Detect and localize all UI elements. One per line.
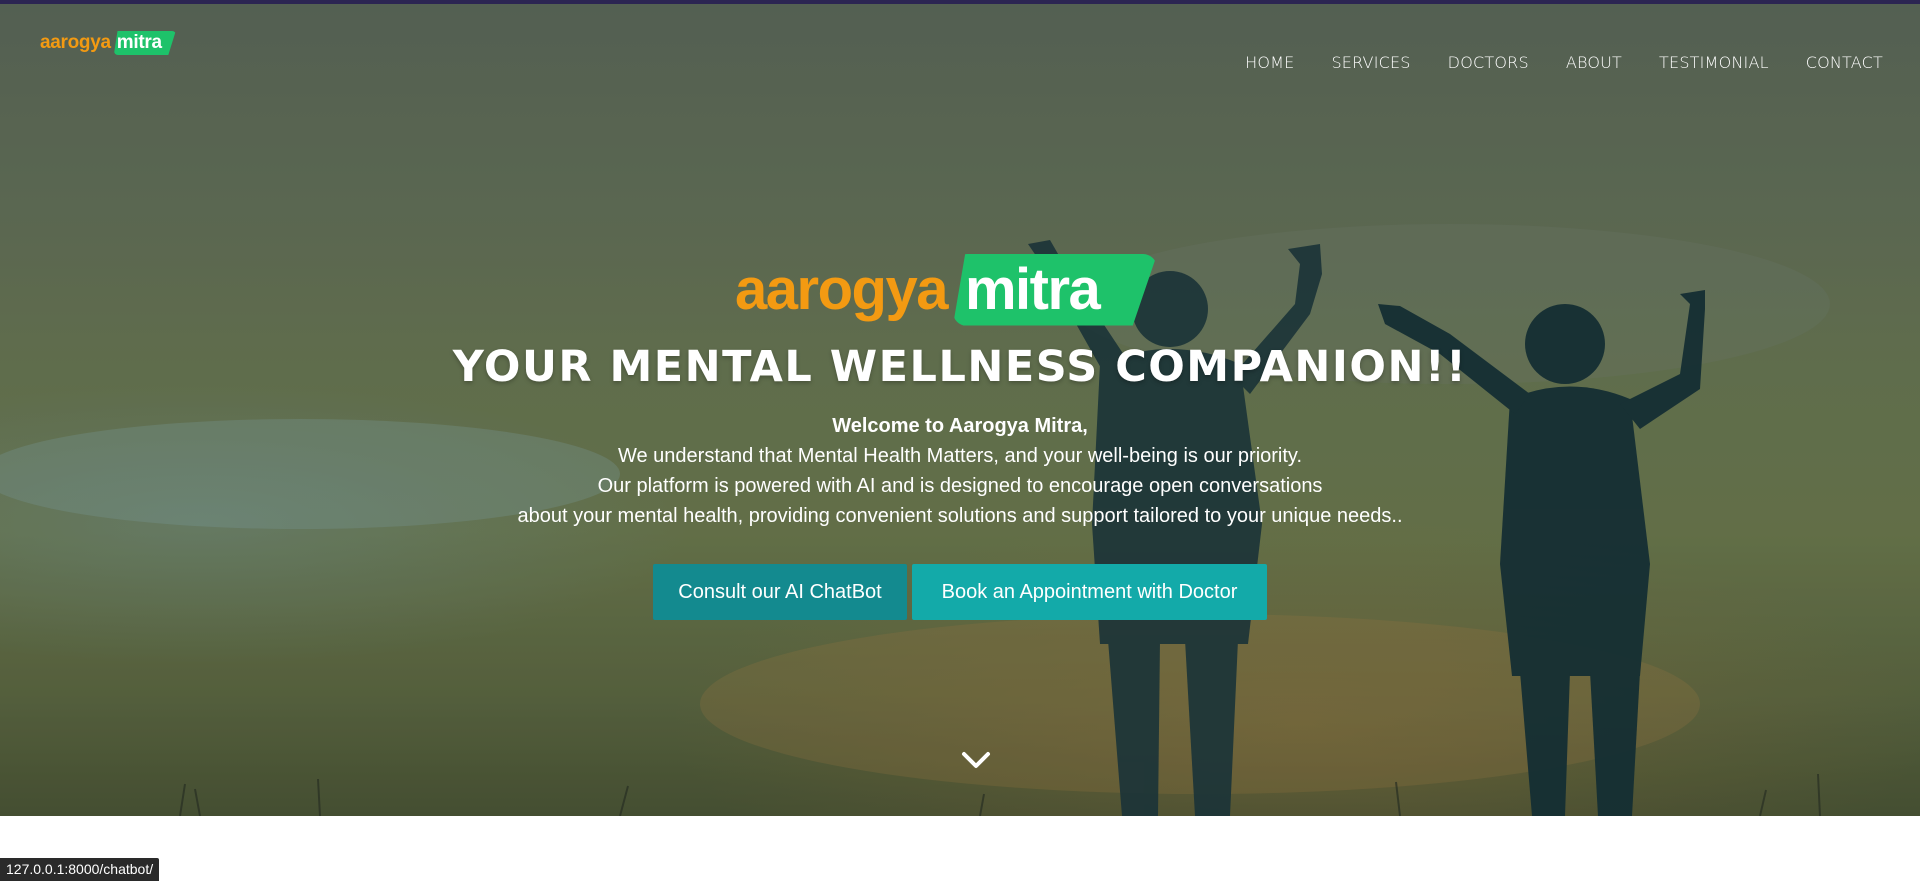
logo-text-aarogya: aarogya [40,32,111,53]
chevron-down-icon[interactable] [960,748,992,772]
hero-welcome: Welcome to Aarogya Mitra, [832,415,1088,437]
logo-badge: mitra [113,31,176,55]
header-logo[interactable]: aarogya mitra [40,30,176,56]
hero-logo: aarogya mitra [735,253,1158,326]
main-nav: HOME SERVICES DOCTORS ABOUT TESTIMONIAL … [1245,50,1883,74]
nav-about[interactable]: ABOUT [1566,53,1622,72]
nav-contact[interactable]: CONTACT [1806,53,1883,72]
nav-services[interactable]: SERVICES [1331,53,1410,72]
hero-title: YOUR MENTAL WELLNESS COMPANION!! [452,342,1468,392]
hero-cta-row: Consult our AI ChatBot Book an Appointme… [653,564,1267,620]
consult-chatbot-button[interactable]: Consult our AI ChatBot [653,564,907,620]
book-appointment-button[interactable]: Book an Appointment with Doctor [912,564,1267,620]
nav-home[interactable]: HOME [1245,53,1294,72]
logo-text-mitra: mitra [116,32,162,53]
browser-status-url: 127.0.0.1:8000/chatbot/ [0,858,160,881]
hero-section [0,4,1920,816]
hero-description: Welcome to Aarogya Mitra, We understand … [0,411,1920,531]
hero-line-3: about your mental health, providing conv… [517,505,1403,527]
hero-line-1: We understand that Mental Health Matters… [617,445,1303,467]
hero-logo-badge: mitra [952,253,1158,326]
nav-testimonial[interactable]: TESTIMONIAL [1659,53,1769,72]
hero-overlay [0,4,1920,816]
nav-doctors[interactable]: DOCTORS [1448,53,1529,72]
hero-logo-text-aarogya: aarogya [735,257,948,322]
hero-line-2: Our platform is powered with AI and is d… [597,475,1323,497]
hero-logo-text-mitra: mitra [964,257,1101,322]
